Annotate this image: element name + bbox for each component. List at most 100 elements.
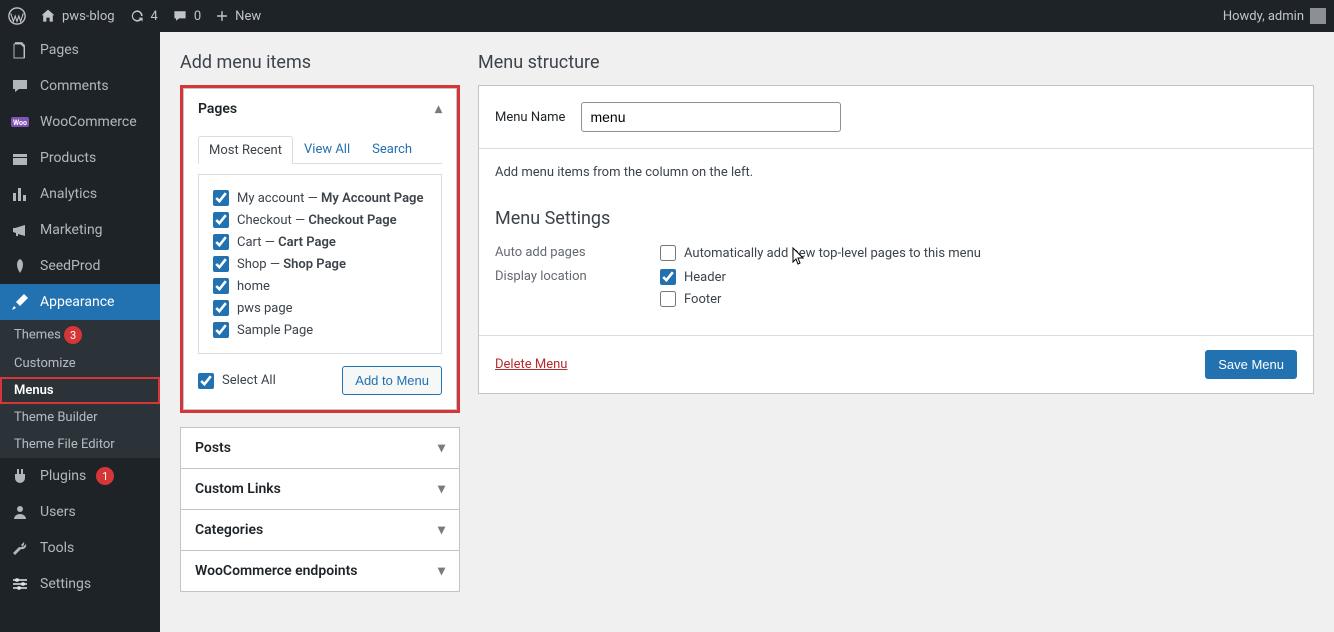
comments-link[interactable]: 0 bbox=[172, 8, 201, 24]
plugin-icon bbox=[10, 466, 30, 486]
page-checkbox[interactable] bbox=[213, 300, 229, 316]
submenu-item-menus[interactable]: Menus bbox=[0, 377, 160, 404]
submenu-item-customize[interactable]: Customize bbox=[0, 350, 160, 377]
menu-name-input[interactable] bbox=[581, 102, 841, 132]
chevron-down-icon: ▾ bbox=[438, 563, 445, 579]
menu-settings-title: Menu Settings bbox=[495, 208, 1297, 229]
pages-tabs: Most Recent View All Search bbox=[198, 129, 442, 164]
products-icon bbox=[10, 148, 30, 168]
sidebar-item-woocommerce[interactable]: Woo WooCommerce bbox=[0, 104, 160, 140]
location-header-option[interactable]: Header bbox=[660, 269, 726, 285]
submenu-item-themes[interactable]: Themes 3 bbox=[0, 320, 160, 350]
location-footer-option[interactable]: Footer bbox=[660, 291, 726, 307]
comment-icon bbox=[10, 76, 30, 96]
display-location-label: Display location bbox=[495, 269, 660, 284]
posts-accordion: Posts ▾ bbox=[180, 427, 460, 469]
tab-most-recent[interactable]: Most Recent bbox=[198, 136, 293, 164]
categories-accordion-header[interactable]: Categories ▾ bbox=[181, 510, 459, 550]
wp-logo[interactable] bbox=[8, 7, 26, 25]
page-checkbox[interactable] bbox=[213, 212, 229, 228]
page-checkbox[interactable] bbox=[213, 190, 229, 206]
sidebar-item-users[interactable]: Users bbox=[0, 494, 160, 530]
page-icon bbox=[10, 40, 30, 60]
page-item[interactable]: Shop — Shop Page bbox=[213, 253, 427, 275]
custom-links-accordion-header[interactable]: Custom Links ▾ bbox=[181, 469, 459, 509]
page-checkbox[interactable] bbox=[213, 322, 229, 338]
tab-search[interactable]: Search bbox=[361, 135, 423, 163]
select-all-checkbox[interactable] bbox=[198, 373, 214, 389]
submenu-item-theme-file-editor[interactable]: Theme File Editor bbox=[0, 431, 160, 458]
sidebar-item-comments[interactable]: Comments bbox=[0, 68, 160, 104]
sidebar-item-label: WooCommerce bbox=[40, 114, 137, 130]
sidebar-item-analytics[interactable]: Analytics bbox=[0, 176, 160, 212]
howdy-text: Howdy, admin bbox=[1223, 9, 1304, 24]
megaphone-icon bbox=[10, 220, 30, 240]
auto-add-option[interactable]: Automatically add new top-level pages to… bbox=[660, 245, 981, 261]
menu-name-label: Menu Name bbox=[495, 110, 565, 125]
page-item[interactable]: Sample Page bbox=[213, 319, 427, 341]
admin-bar: pws-blog 4 0 New Howdy, admin bbox=[0, 0, 1334, 32]
sidebar-item-pages[interactable]: Pages bbox=[0, 32, 160, 68]
tab-view-all[interactable]: View All bbox=[293, 135, 361, 163]
user-icon bbox=[10, 502, 30, 522]
seedprod-icon bbox=[10, 256, 30, 276]
sidebar-item-label: Comments bbox=[40, 78, 109, 94]
menu-hint-text: Add menu items from the column on the le… bbox=[495, 165, 1297, 180]
sidebar-item-label: Products bbox=[40, 150, 96, 166]
site-home-link[interactable]: pws-blog bbox=[40, 8, 115, 24]
updates-link[interactable]: 4 bbox=[129, 8, 158, 24]
add-to-menu-button[interactable]: Add to Menu bbox=[342, 366, 442, 395]
sidebar-item-label: Tools bbox=[40, 540, 74, 556]
sidebar-item-label: Analytics bbox=[40, 186, 97, 202]
submenu-item-theme-builder[interactable]: Theme Builder bbox=[0, 404, 160, 431]
posts-accordion-header[interactable]: Posts ▾ bbox=[181, 428, 459, 468]
pages-accordion-highlight: Pages ▴ Most Recent View All Search My a… bbox=[180, 85, 460, 413]
sidebar-item-settings[interactable]: Settings bbox=[0, 566, 160, 602]
plugins-badge: 1 bbox=[96, 467, 114, 485]
svg-text:Woo: Woo bbox=[13, 119, 27, 127]
custom-links-accordion: Custom Links ▾ bbox=[180, 468, 460, 510]
brush-icon bbox=[10, 292, 30, 312]
sidebar-item-label: Marketing bbox=[40, 222, 103, 238]
avatar bbox=[1310, 8, 1326, 24]
page-checkbox[interactable] bbox=[213, 234, 229, 250]
sidebar-item-marketing[interactable]: Marketing bbox=[0, 212, 160, 248]
page-item[interactable]: My account — My Account Page bbox=[213, 187, 427, 209]
themes-badge: 3 bbox=[64, 326, 82, 344]
chevron-down-icon: ▾ bbox=[438, 440, 445, 456]
account-link[interactable]: Howdy, admin bbox=[1223, 8, 1326, 24]
page-item[interactable]: Checkout — Checkout Page bbox=[213, 209, 427, 231]
sidebar-item-tools[interactable]: Tools bbox=[0, 530, 160, 566]
delete-menu-link[interactable]: Delete Menu bbox=[495, 357, 567, 372]
page-checkbox[interactable] bbox=[213, 256, 229, 272]
page-item[interactable]: home bbox=[213, 275, 427, 297]
menu-structure-panel: Menu Name Add menu items from the column… bbox=[478, 85, 1314, 394]
select-all-row[interactable]: Select All bbox=[198, 370, 276, 392]
chevron-down-icon: ▾ bbox=[438, 522, 445, 538]
sidebar-item-label: Users bbox=[40, 504, 76, 520]
woo-endpoints-accordion: WooCommerce endpoints ▾ bbox=[180, 550, 460, 592]
save-menu-button[interactable]: Save Menu bbox=[1205, 350, 1297, 379]
location-header-checkbox[interactable] bbox=[660, 269, 676, 285]
auto-add-label: Auto add pages bbox=[495, 245, 660, 260]
sidebar-item-label: Pages bbox=[40, 42, 79, 58]
sidebar-item-label: SeedProd bbox=[40, 258, 100, 274]
settings-icon bbox=[10, 574, 30, 594]
woo-endpoints-accordion-header[interactable]: WooCommerce endpoints ▾ bbox=[181, 551, 459, 591]
chevron-up-icon: ▴ bbox=[435, 101, 442, 117]
sidebar-item-products[interactable]: Products bbox=[0, 140, 160, 176]
page-checkbox[interactable] bbox=[213, 278, 229, 294]
pages-accordion-header[interactable]: Pages ▴ bbox=[184, 89, 456, 129]
sidebar-item-label: Appearance bbox=[40, 294, 114, 310]
sidebar-item-plugins[interactable]: Plugins 1 bbox=[0, 458, 160, 494]
location-footer-checkbox[interactable] bbox=[660, 291, 676, 307]
page-item[interactable]: Cart — Cart Page bbox=[213, 231, 427, 253]
pages-list: My account — My Account Page Checkout — … bbox=[198, 174, 442, 354]
categories-accordion: Categories ▾ bbox=[180, 509, 460, 551]
sidebar-item-seedprod[interactable]: SeedProd bbox=[0, 248, 160, 284]
menu-structure-title: Menu structure bbox=[478, 52, 1314, 73]
page-item[interactable]: pws page bbox=[213, 297, 427, 319]
new-link[interactable]: New bbox=[215, 9, 261, 24]
auto-add-checkbox[interactable] bbox=[660, 245, 676, 261]
sidebar-item-appearance[interactable]: Appearance bbox=[0, 284, 160, 320]
